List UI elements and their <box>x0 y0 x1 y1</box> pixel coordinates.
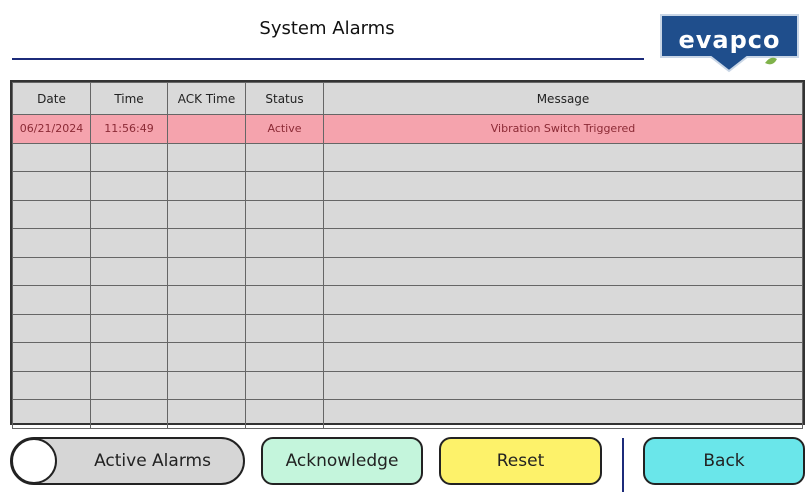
back-button[interactable]: Back <box>643 437 805 485</box>
cell-message <box>323 171 803 201</box>
table-row[interactable] <box>12 313 803 343</box>
cell-time <box>90 171 168 201</box>
column-header-message[interactable]: Message <box>323 82 803 115</box>
cell-time: 11:56:49 <box>90 114 168 144</box>
cell-ack-time <box>167 342 246 372</box>
active-alarms-toggle[interactable]: Active Alarms <box>10 437 245 485</box>
cell-date <box>12 199 91 229</box>
cell-date <box>12 313 91 343</box>
table-row[interactable] <box>12 256 803 286</box>
cell-message <box>323 399 803 429</box>
cell-date <box>12 228 91 258</box>
acknowledge-button[interactable]: Acknowledge <box>261 437 423 485</box>
table-row[interactable] <box>12 399 803 429</box>
active-alarms-label: Active Alarms <box>94 451 211 471</box>
column-header-date[interactable]: Date <box>12 82 91 115</box>
cell-status <box>245 313 324 343</box>
cell-time <box>90 342 168 372</box>
logo-text: evapco <box>678 26 781 54</box>
table-row[interactable] <box>12 142 803 172</box>
title-underline <box>12 58 644 60</box>
button-divider <box>622 438 624 492</box>
alarm-table: Date Time ACK Time Status Message 06/21/… <box>10 80 805 429</box>
cell-date <box>12 370 91 400</box>
cell-ack-time <box>167 256 246 286</box>
reset-button[interactable]: Reset <box>439 437 602 485</box>
cell-ack-time <box>167 313 246 343</box>
cell-time <box>90 228 168 258</box>
cell-message: Vibration Switch Triggered <box>323 114 803 144</box>
cell-ack-time <box>167 285 246 315</box>
cell-time <box>90 399 168 429</box>
cell-time <box>90 142 168 172</box>
cell-status <box>245 171 324 201</box>
cell-message <box>323 370 803 400</box>
cell-ack-time <box>167 370 246 400</box>
table-row[interactable] <box>12 228 803 258</box>
cell-message <box>323 256 803 286</box>
page-title: System Alarms <box>259 18 395 39</box>
cell-status <box>245 199 324 229</box>
cell-date: 06/21/2024 <box>12 114 91 144</box>
cell-ack-time <box>167 114 246 144</box>
cell-date <box>12 285 91 315</box>
cell-message <box>323 285 803 315</box>
cell-message <box>323 228 803 258</box>
cell-status <box>245 342 324 372</box>
cell-status <box>245 399 324 429</box>
table-row[interactable] <box>12 370 803 400</box>
toggle-knob-icon <box>11 438 57 484</box>
table-row[interactable] <box>12 342 803 372</box>
cell-status <box>245 285 324 315</box>
cell-ack-time <box>167 142 246 172</box>
cell-message <box>323 342 803 372</box>
cell-date <box>12 342 91 372</box>
cell-date <box>12 171 91 201</box>
cell-status <box>245 142 324 172</box>
column-header-time[interactable]: Time <box>90 82 168 115</box>
table-row[interactable] <box>12 171 803 201</box>
cell-time <box>90 199 168 229</box>
cell-date <box>12 142 91 172</box>
cell-time <box>90 256 168 286</box>
cell-time <box>90 285 168 315</box>
cell-time <box>90 370 168 400</box>
table-row[interactable] <box>12 285 803 315</box>
evapco-logo: evapco <box>659 13 800 73</box>
table-row[interactable]: 06/21/2024 11:56:49 Active Vibration Swi… <box>12 114 803 144</box>
cell-date <box>12 399 91 429</box>
cell-status: Active <box>245 114 324 144</box>
cell-date <box>12 256 91 286</box>
cell-status <box>245 370 324 400</box>
cell-message <box>323 142 803 172</box>
cell-time <box>90 313 168 343</box>
cell-ack-time <box>167 171 246 201</box>
column-header-status[interactable]: Status <box>245 82 324 115</box>
cell-message <box>323 199 803 229</box>
cell-ack-time <box>167 399 246 429</box>
cell-ack-time <box>167 199 246 229</box>
table-header-row: Date Time ACK Time Status Message <box>12 82 803 115</box>
cell-message <box>323 313 803 343</box>
cell-status <box>245 228 324 258</box>
cell-status <box>245 256 324 286</box>
cell-ack-time <box>167 228 246 258</box>
table-row[interactable] <box>12 199 803 229</box>
column-header-ack-time[interactable]: ACK Time <box>167 82 246 115</box>
